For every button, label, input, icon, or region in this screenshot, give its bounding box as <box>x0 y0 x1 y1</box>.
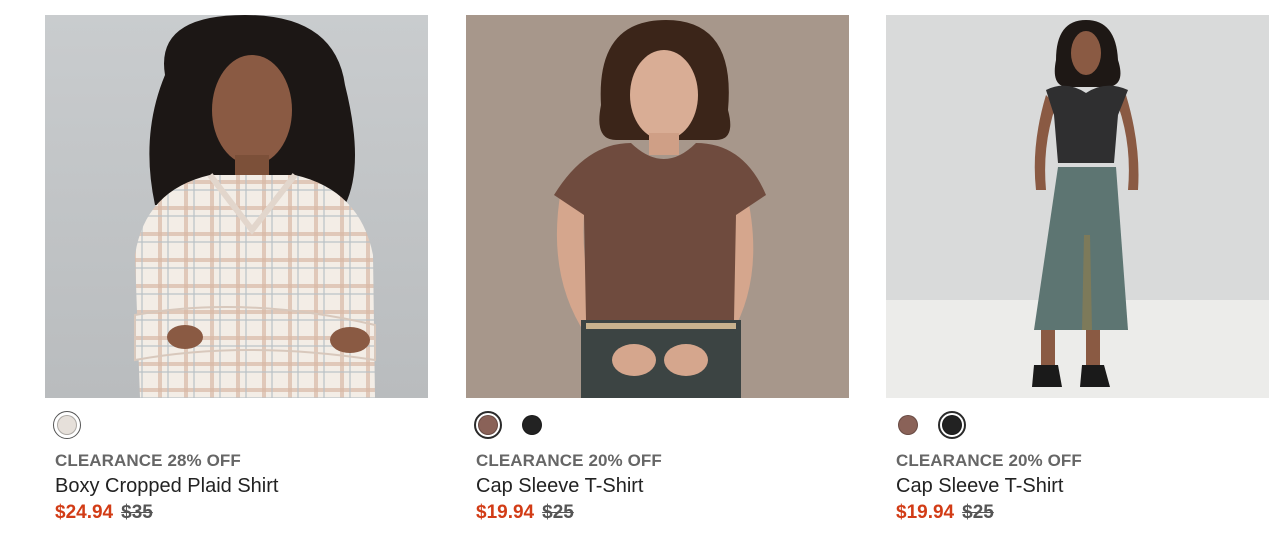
original-price: $25 <box>542 502 574 523</box>
sale-price: $19.94 <box>896 502 955 523</box>
product-card[interactable]: CLEARANCE 20% OFF Cap Sleeve T-Shirt $19… <box>466 15 849 523</box>
product-card[interactable]: CLEARANCE 28% OFF Boxy Cropped Plaid Shi… <box>45 15 428 523</box>
price-row: $19.94 $25 <box>896 500 1266 526</box>
color-swatch[interactable] <box>518 411 546 439</box>
swatch-color <box>478 415 498 435</box>
discount-badge: CLEARANCE 20% OFF <box>896 451 1082 470</box>
product-card[interactable]: CLEARANCE 20% OFF Cap Sleeve T-Shirt $19… <box>886 15 1269 523</box>
price-row: $19.94 $25 <box>476 500 846 526</box>
color-swatches <box>53 410 81 440</box>
product-image[interactable] <box>45 15 428 398</box>
sale-price: $24.94 <box>55 502 114 523</box>
product-info: CLEARANCE 20% OFF Cap Sleeve T-Shirt $19… <box>896 451 1266 526</box>
discount-badge: CLEARANCE 28% OFF <box>55 451 241 470</box>
product-info: CLEARANCE 20% OFF Cap Sleeve T-Shirt $19… <box>476 451 846 526</box>
brown-tshirt-photo <box>466 15 849 398</box>
discount-badge: CLEARANCE 20% OFF <box>476 451 662 470</box>
swatch-color <box>898 415 918 435</box>
original-price: $25 <box>962 502 994 523</box>
product-title[interactable]: Cap Sleeve T-Shirt <box>476 473 846 499</box>
swatch-color <box>57 415 77 435</box>
color-swatch[interactable] <box>53 411 81 439</box>
product-image[interactable] <box>466 15 849 398</box>
swatch-color <box>942 415 962 435</box>
color-swatch[interactable] <box>894 411 922 439</box>
black-tshirt-photo <box>886 15 1269 398</box>
plaid-shirt-photo <box>45 15 428 398</box>
product-image[interactable] <box>886 15 1269 398</box>
sale-price: $19.94 <box>476 502 535 523</box>
swatch-color <box>522 415 542 435</box>
color-swatch[interactable] <box>938 411 966 439</box>
price-row: $24.94 $35 <box>55 500 425 526</box>
original-price: $35 <box>121 502 153 523</box>
product-title[interactable]: Cap Sleeve T-Shirt <box>896 473 1266 499</box>
color-swatch[interactable] <box>474 411 502 439</box>
color-swatches <box>474 410 546 440</box>
product-info: CLEARANCE 28% OFF Boxy Cropped Plaid Shi… <box>55 451 425 526</box>
product-title[interactable]: Boxy Cropped Plaid Shirt <box>55 473 425 499</box>
color-swatches <box>894 410 966 440</box>
